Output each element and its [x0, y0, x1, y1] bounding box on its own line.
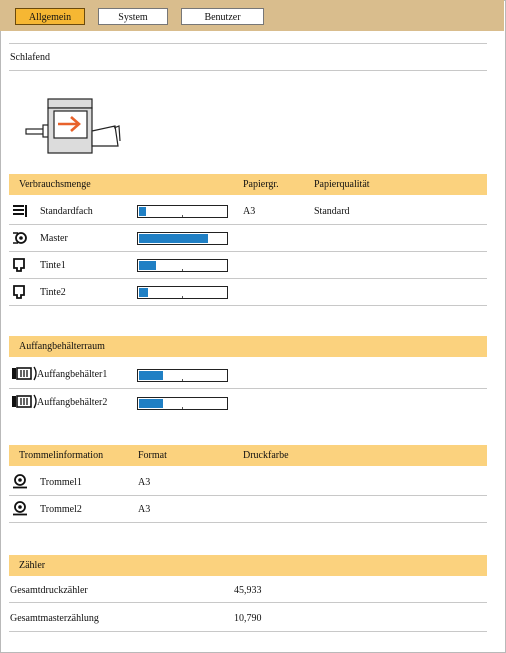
level-fill — [139, 261, 156, 270]
format-header: Format — [138, 450, 167, 461]
trommel2-format: A3 — [138, 504, 151, 515]
drum-icon — [13, 501, 27, 516]
tab-benutzer[interactable]: Benutzer — [181, 8, 264, 25]
ink-color-header: Druckfarbe — [243, 450, 289, 461]
trommel1-format: A3 — [138, 477, 151, 488]
gesamtdruckzaehler-value: 45,933 — [234, 585, 262, 596]
paper-quality-header: Papierqualität — [314, 179, 370, 190]
tab-allgemein[interactable]: Allgemein — [15, 8, 85, 25]
drum-header: Trommelinformation Format Druckfarbe — [9, 445, 487, 466]
divider — [9, 43, 487, 44]
divider — [9, 70, 487, 71]
consumables-title: Verbrauchsmenge — [19, 179, 91, 190]
divider — [9, 522, 487, 523]
paper-tray-icon — [13, 205, 27, 217]
machine-status-illustration — [25, 98, 121, 154]
divider — [9, 602, 487, 603]
master-level-bar — [137, 232, 228, 245]
level-fill — [139, 234, 208, 243]
level-tick — [182, 215, 183, 217]
level-fill — [139, 399, 163, 408]
standardfach-paper-quality: Standard — [314, 206, 350, 217]
divider — [9, 278, 487, 279]
drum-title: Trommelinformation — [19, 450, 104, 461]
standardfach-paper-size: A3 — [243, 206, 256, 217]
tinte1-label: Tinte1 — [40, 260, 66, 271]
auffangbehaelter1-label: Auffangbehälter1 — [37, 369, 108, 380]
divider — [9, 388, 487, 389]
standardfach-label: Standardfach — [40, 206, 93, 217]
level-tick — [182, 296, 183, 298]
auffangbehaelter2-level-bar — [137, 397, 228, 410]
level-tick — [182, 269, 183, 271]
divider — [9, 305, 487, 306]
level-fill — [139, 371, 163, 380]
divider — [9, 631, 487, 632]
drum-icon — [13, 474, 27, 489]
ink-cartridge-icon — [13, 258, 25, 272]
divider — [9, 495, 487, 496]
tab-bar: Allgemein System Benutzer — [0, 0, 504, 31]
gesamtmasterzaehlung-label: Gesamtmasterzählung — [10, 613, 99, 624]
disposal-title: Auffangbehälterraum — [19, 341, 105, 352]
ink-cartridge-icon — [13, 285, 25, 299]
gesamtmasterzaehlung-value: 10,790 — [234, 613, 262, 624]
disposal-box-icon — [12, 394, 37, 409]
disposal-header: Auffangbehälterraum — [9, 336, 487, 357]
tab-system[interactable]: System — [98, 8, 168, 25]
master-roll-icon — [13, 232, 27, 244]
counter-title: Zähler — [19, 560, 46, 571]
divider — [9, 251, 487, 252]
status-text: Schlafend — [10, 52, 50, 63]
gesamtdruckzaehler-label: Gesamtdruckzähler — [10, 585, 88, 596]
level-fill — [139, 288, 148, 297]
trommel1-label: Trommel1 — [40, 477, 82, 488]
standardfach-level-bar — [137, 205, 228, 218]
divider — [9, 224, 487, 225]
consumables-header: Verbrauchsmenge Papiergr. Papierqualität — [9, 174, 487, 195]
tinte2-level-bar — [137, 286, 228, 299]
disposal-box-icon — [12, 366, 37, 381]
auffangbehaelter1-level-bar — [137, 369, 228, 382]
auffangbehaelter2-label: Auffangbehälter2 — [37, 397, 108, 408]
level-fill — [139, 207, 146, 216]
tinte1-level-bar — [137, 259, 228, 272]
paper-size-header: Papiergr. — [243, 179, 279, 190]
trommel2-label: Trommel2 — [40, 504, 82, 515]
counter-header: Zähler — [9, 555, 487, 576]
level-tick — [182, 379, 183, 381]
tinte2-label: Tinte2 — [40, 287, 66, 298]
level-tick — [182, 407, 183, 409]
master-label: Master — [40, 233, 68, 244]
